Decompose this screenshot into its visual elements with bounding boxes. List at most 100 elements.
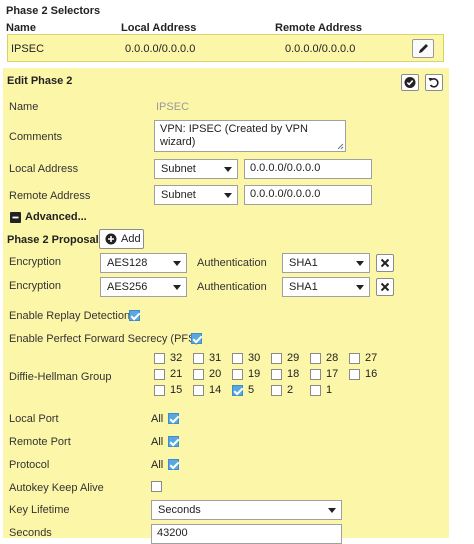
chevron-down-icon [224, 193, 232, 198]
authentication-label: Authentication [197, 257, 267, 269]
dh-group-checkbox[interactable] [232, 353, 243, 364]
x-icon [380, 282, 390, 292]
pfs-label: Enable Perfect Forward Secrecy (PFS) [9, 333, 200, 345]
chevron-down-icon [173, 285, 181, 290]
remote-port-label: Remote Port [9, 436, 71, 448]
col-remote-header: Remote Address [275, 22, 363, 34]
encryption-select[interactable]: AES128 [100, 253, 187, 273]
chevron-down-icon [173, 261, 181, 266]
dh-group-checkbox[interactable] [310, 385, 321, 396]
plus-circle-icon [105, 233, 117, 245]
seconds-input[interactable]: 43200 [151, 524, 342, 544]
dh-group-checkbox[interactable] [349, 369, 360, 380]
local-address-type-value: Subnet [161, 163, 196, 175]
undo-button[interactable] [425, 74, 443, 91]
remote-address-type-select[interactable]: Subnet [154, 185, 238, 205]
encryption-label: Encryption [9, 280, 61, 292]
authentication-label: Authentication [197, 281, 267, 293]
resize-handle-icon[interactable] [337, 143, 344, 150]
dh-group-checkbox[interactable] [232, 385, 243, 396]
seconds-label: Seconds [9, 527, 52, 539]
dh-group-number: 29 [287, 352, 300, 364]
remote-address-label: Remote Address [9, 190, 91, 202]
dh-group-number: 27 [365, 352, 378, 364]
pfs-checkbox[interactable] [191, 333, 202, 344]
dh-group-number: 5 [248, 384, 255, 396]
remote-port-all-checkbox[interactable] [168, 436, 179, 447]
ok-button[interactable] [401, 74, 419, 91]
pencil-icon [419, 44, 428, 53]
replay-detection-checkbox[interactable] [129, 310, 140, 321]
chevron-down-icon [356, 285, 364, 290]
chevron-down-icon [328, 508, 336, 513]
remove-proposal-button[interactable] [376, 278, 394, 296]
advanced-toggle[interactable]: Advanced... [9, 210, 99, 226]
dh-group-number: 14 [209, 384, 222, 396]
dh-group-number: 21 [170, 368, 183, 380]
encryption-value: AES128 [107, 257, 148, 269]
local-port-label: Local Port [9, 413, 59, 425]
dh-group-number: 15 [170, 384, 183, 396]
chevron-down-icon [224, 167, 232, 172]
authentication-value: SHA1 [289, 281, 318, 293]
chevron-down-icon [356, 261, 364, 266]
dh-group-grid: 32 31 30 29 28 27 21 20 19 18 17 16 15 14 5 2 1 [152, 352, 392, 400]
dh-group-checkbox[interactable] [271, 353, 282, 364]
dh-group-checkbox[interactable] [193, 369, 204, 380]
remote-port-value: All [151, 436, 164, 448]
dh-group-checkbox[interactable] [232, 369, 243, 380]
encryption-select[interactable]: AES256 [100, 277, 187, 297]
dh-group-checkbox[interactable] [154, 385, 165, 396]
local-address-type-select[interactable]: Subnet [154, 159, 238, 179]
autokey-checkbox[interactable] [151, 481, 162, 492]
selector-row[interactable]: IPSEC 0.0.0.0/0.0.0.0 0.0.0.0/0.0.0.0 [7, 34, 444, 62]
comments-label: Comments [9, 131, 63, 143]
dh-group-checkbox[interactable] [349, 353, 360, 364]
phase2-selectors-table: Phase 2 Selectors Name Local Address Rem… [4, 0, 444, 62]
col-local-header: Local Address [121, 22, 197, 34]
dh-group-number: 28 [326, 352, 339, 364]
dh-group-number: 1 [326, 384, 333, 396]
dh-group-checkbox[interactable] [271, 369, 282, 380]
selector-remote: 0.0.0.0/0.0.0.0 [285, 43, 356, 55]
comments-textarea[interactable]: VPN: IPSEC (Created by VPN wizard) [154, 120, 346, 152]
protocol-all-checkbox[interactable] [168, 459, 179, 470]
advanced-label: Advanced... [25, 211, 87, 223]
protocol-value: All [151, 459, 164, 471]
dh-group-checkbox[interactable] [193, 353, 204, 364]
edit-selector-button[interactable] [412, 39, 434, 58]
autokey-label: Autokey Keep Alive [9, 482, 104, 494]
remove-proposal-button[interactable] [376, 254, 394, 272]
dh-group-checkbox[interactable] [193, 385, 204, 396]
dh-group-checkbox[interactable] [154, 369, 165, 380]
dh-group-checkbox[interactable] [154, 353, 165, 364]
dh-group-checkbox[interactable] [271, 385, 282, 396]
x-icon [380, 258, 390, 268]
local-port-all-checkbox[interactable] [168, 413, 179, 424]
local-address-input[interactable]: 0.0.0.0/0.0.0.0 [244, 159, 372, 179]
authentication-select[interactable]: SHA1 [282, 253, 370, 273]
encryption-value: AES256 [107, 281, 148, 293]
dh-group-number: 17 [326, 368, 339, 380]
add-proposal-button[interactable]: Add [99, 229, 144, 249]
selector-name: IPSEC [11, 43, 45, 55]
name-value: IPSEC [156, 101, 190, 113]
remote-address-input[interactable]: 0.0.0.0/0.0.0.0 [244, 185, 372, 205]
dh-group-number: 2 [287, 384, 294, 396]
dh-group-checkbox[interactable] [310, 353, 321, 364]
dh-group-number: 31 [209, 352, 222, 364]
dh-group-checkbox[interactable] [310, 369, 321, 380]
dh-group-number: 19 [248, 368, 261, 380]
minus-square-icon [10, 212, 21, 223]
key-lifetime-label: Key Lifetime [9, 504, 70, 516]
col-name-header: Name [6, 22, 36, 34]
key-lifetime-select[interactable]: Seconds [151, 500, 342, 520]
phase2-proposal-label: Phase 2 Proposal [7, 234, 99, 246]
key-lifetime-value: Seconds [158, 504, 201, 516]
dh-group-number: 30 [248, 352, 261, 364]
edit-phase2-title: Edit Phase 2 [7, 75, 73, 87]
authentication-select[interactable]: SHA1 [282, 277, 370, 297]
comments-value: VPN: IPSEC (Created by VPN wizard) [160, 123, 308, 148]
name-label: Name [9, 101, 39, 113]
local-address-label: Local Address [9, 163, 79, 175]
